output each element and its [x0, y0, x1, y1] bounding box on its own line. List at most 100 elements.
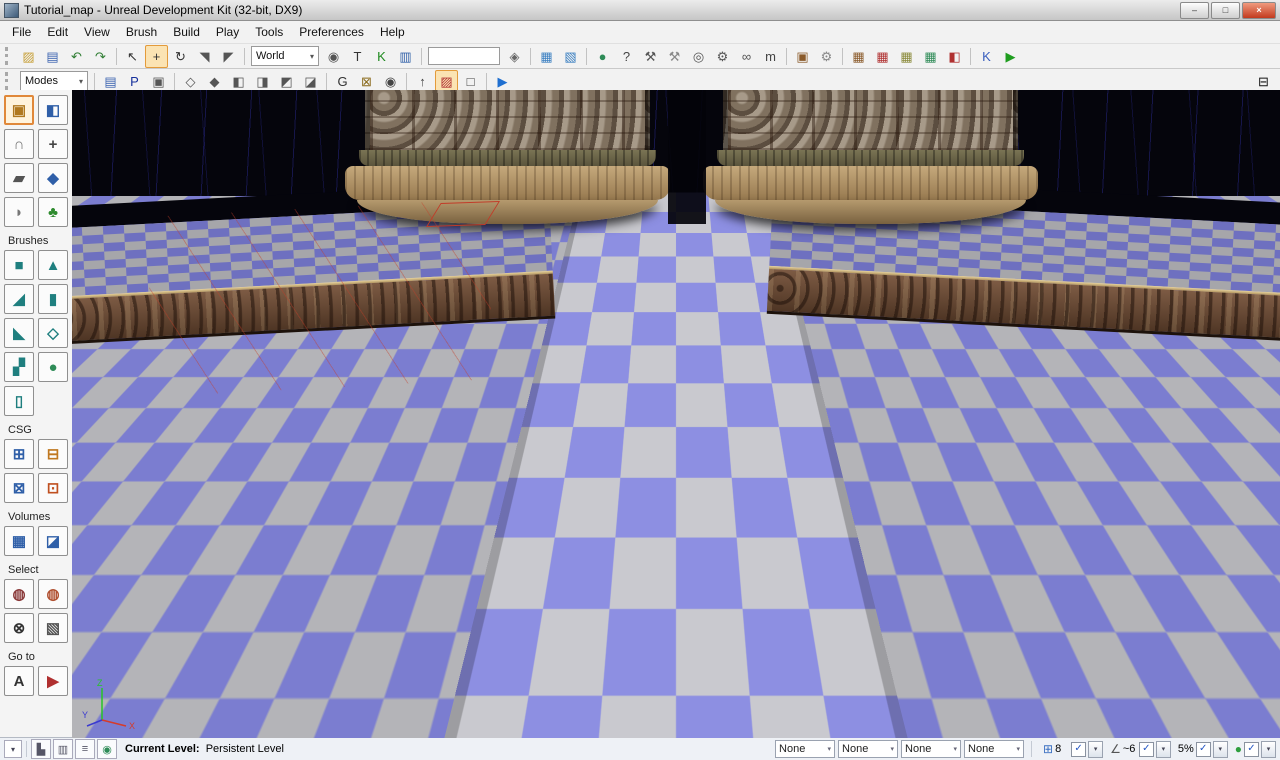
title-bar[interactable]: Tutorial_map - Unreal Development Kit (3…	[0, 0, 1280, 21]
curved-staircase-brush-icon[interactable]: ◢	[4, 284, 34, 314]
foliage-mode-icon[interactable]: ♣	[38, 197, 68, 227]
autosave-checkbox[interactable]: ✓	[1244, 742, 1259, 757]
static-mesh-mode-icon[interactable]: ◆	[38, 163, 68, 193]
perspective-viewport[interactable]: Z X Y	[72, 90, 1280, 738]
stat-combo-1[interactable]: None	[775, 740, 835, 758]
generic-browser-icon[interactable]: ▦	[535, 45, 558, 68]
world-properties-icon[interactable]: ●	[591, 45, 614, 68]
lightmass-icon[interactable]: ▣	[791, 45, 814, 68]
csg-subtract-icon[interactable]: ⊟	[38, 439, 68, 469]
scale-snap-dropdown[interactable]: ▾	[1213, 741, 1228, 758]
preview-sphere-icon[interactable]: ◉	[97, 739, 117, 759]
select-none-icon[interactable]: ⊗	[4, 613, 34, 643]
drag-grid-dropdown[interactable]: ▾	[1088, 741, 1103, 758]
kismet-icon[interactable]: K	[370, 45, 393, 68]
camera-mode-icon[interactable]: ▣	[4, 95, 34, 125]
goto-actor-icon[interactable]: A	[4, 666, 34, 696]
autosave-dropdown[interactable]: ▾	[1261, 741, 1276, 758]
geometry-mode-icon[interactable]: ◧	[38, 95, 68, 125]
landscape-mode-icon[interactable]: ◗	[4, 197, 34, 227]
search-go-icon[interactable]: ◈	[503, 45, 526, 68]
scale-nonuniform-tool-icon[interactable]: ◤	[217, 45, 240, 68]
split-tool-icon[interactable]: ⚒	[663, 45, 686, 68]
rotation-grid-checkbox[interactable]: ✓	[1139, 742, 1154, 757]
spiral-staircase-brush-icon[interactable]: ◣	[4, 318, 34, 348]
menu-build[interactable]: Build	[165, 22, 208, 42]
rotation-grid-dropdown[interactable]: ▾	[1156, 741, 1171, 758]
cone-brush-icon[interactable]: ▲	[38, 250, 68, 280]
linear-staircase-brush-icon[interactable]: ▞	[4, 352, 34, 382]
maximize-button[interactable]: □	[1211, 2, 1240, 19]
build-lighting-icon[interactable]: ▦	[871, 45, 894, 68]
viewport-resize-icon[interactable]: ▙	[31, 739, 51, 759]
actor-browser-icon[interactable]: ▧	[559, 45, 582, 68]
select-inside-icon[interactable]: ◍	[4, 579, 34, 609]
open-icon[interactable]: ▨	[17, 45, 40, 68]
fullscreen-icon[interactable]: T	[346, 45, 369, 68]
csg-intersect-icon[interactable]: ⊠	[4, 473, 34, 503]
texture-mode-icon[interactable]: ▰	[4, 163, 34, 193]
build-all-icon[interactable]: ◧	[943, 45, 966, 68]
content-browser-icon[interactable]: ▥	[394, 45, 417, 68]
stat-combo-2[interactable]: None	[838, 740, 898, 758]
scale-snap-checkbox[interactable]: ✓	[1196, 742, 1211, 757]
coordinate-system-select[interactable]: World ▾	[251, 46, 319, 66]
volume-cube-icon[interactable]: ◪	[38, 526, 68, 556]
select-touching-icon[interactable]: ◍	[38, 579, 68, 609]
tools-gear-icon[interactable]: ⚙	[815, 45, 838, 68]
autosave-icon[interactable]: ●	[1235, 742, 1242, 756]
menu-play[interactable]: Play	[208, 22, 247, 42]
goto-builder-brush-icon[interactable]: ▶	[38, 666, 68, 696]
list-icon[interactable]: ≡	[75, 739, 95, 759]
sphere-brush-icon[interactable]: ●	[38, 352, 68, 382]
menu-preferences[interactable]: Preferences	[291, 22, 372, 42]
build-paths-icon[interactable]: ▦	[895, 45, 918, 68]
toolbar-grip[interactable]	[5, 72, 12, 90]
cube-brush-icon[interactable]: ■	[4, 250, 34, 280]
undo-icon[interactable]: ↶	[65, 45, 88, 68]
add-volume-icon[interactable]: ▦	[4, 526, 34, 556]
menu-help[interactable]: Help	[372, 22, 413, 42]
toolbar-search-input[interactable]	[428, 47, 500, 65]
drag-grid-checkbox[interactable]: ✓	[1071, 742, 1086, 757]
menu-tools[interactable]: Tools	[247, 22, 291, 42]
menu-file[interactable]: File	[4, 22, 39, 42]
columns-icon[interactable]: ▥	[53, 739, 73, 759]
search-actors-icon[interactable]: ◉	[322, 45, 345, 68]
play-in-editor-icon[interactable]: ▶	[999, 45, 1022, 68]
drag-grid-icon[interactable]: ⊞	[1043, 742, 1053, 756]
save-icon[interactable]: ▤	[41, 45, 64, 68]
terrain-mode-icon[interactable]: ∩	[4, 129, 34, 159]
rotate-tool-icon[interactable]: ↻	[169, 45, 192, 68]
menu-view[interactable]: View	[76, 22, 118, 42]
matinee-icon[interactable]: m	[759, 45, 782, 68]
minimize-button[interactable]: –	[1180, 2, 1209, 19]
redo-icon[interactable]: ↷	[89, 45, 112, 68]
toolbar-grip[interactable]	[5, 47, 12, 65]
select-tool-icon[interactable]: ↖	[121, 45, 144, 68]
build-cover-icon[interactable]: ▦	[919, 45, 942, 68]
translate-tool-icon[interactable]: +	[145, 45, 168, 68]
status-options-dropdown[interactable]: ▾	[4, 740, 22, 758]
cylinder-brush-icon[interactable]: ▮	[38, 284, 68, 314]
modes-dropdown[interactable]: Modes ▾	[20, 71, 88, 91]
scale-tool-icon[interactable]: ◥	[193, 45, 216, 68]
close-button[interactable]: ×	[1242, 2, 1276, 19]
cut-tool-icon[interactable]: ⚒	[639, 45, 662, 68]
stat-combo-3[interactable]: None	[901, 740, 961, 758]
menu-brush[interactable]: Brush	[118, 22, 165, 42]
translate-mode-icon[interactable]: +	[38, 129, 68, 159]
menu-edit[interactable]: Edit	[39, 22, 76, 42]
rotation-grid-icon[interactable]: ∠	[1110, 742, 1121, 756]
select-matching-icon[interactable]: ▧	[38, 613, 68, 643]
attach-icon[interactable]: ∞	[735, 45, 758, 68]
settings-gear-icon[interactable]: ⚙	[711, 45, 734, 68]
build-geometry-icon[interactable]: ▦	[847, 45, 870, 68]
stat-combo-4[interactable]: None	[964, 740, 1024, 758]
help-icon[interactable]: ?	[615, 45, 638, 68]
card-brush-icon[interactable]: ▯	[4, 386, 34, 416]
csg-deintersect-icon[interactable]: ⊡	[38, 473, 68, 503]
camera-icon[interactable]: ◎	[687, 45, 710, 68]
csg-add-icon[interactable]: ⊞	[4, 439, 34, 469]
kismet-debug-icon[interactable]: K	[975, 45, 998, 68]
